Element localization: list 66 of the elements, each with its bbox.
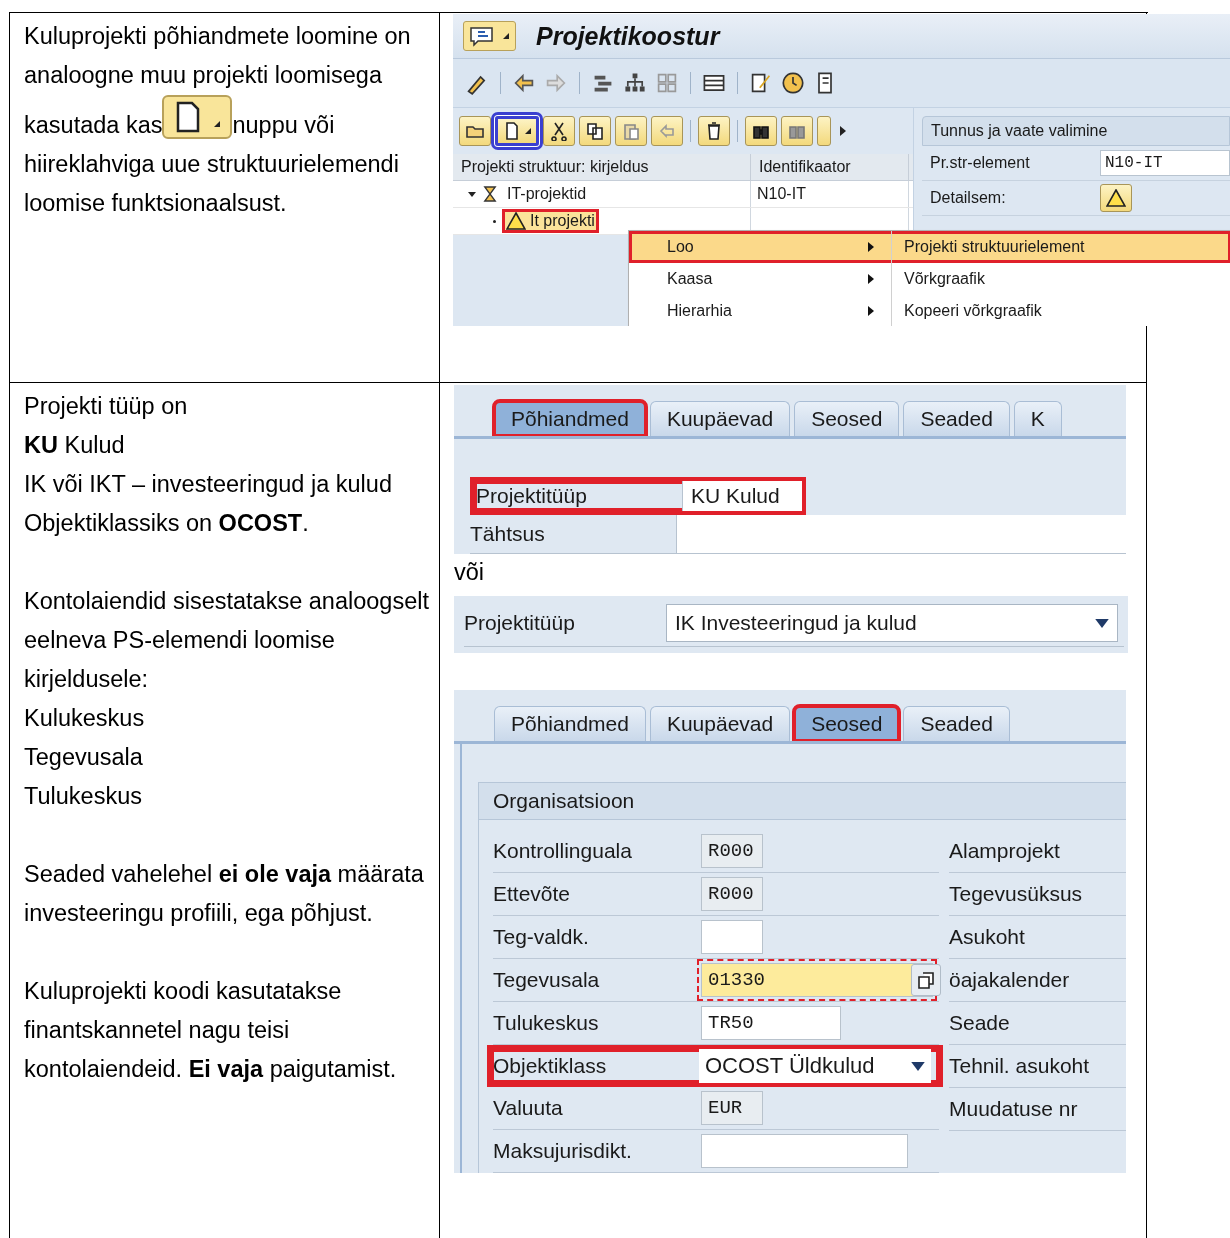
section-header: Tunnus ja vaate valimine [922,116,1230,146]
dropdown-field[interactable]: OCOST Üldkulud [699,1049,931,1083]
text-line: Projekti tüüp on [24,392,189,421]
input-field[interactable]: N10-IT [1100,150,1230,176]
column-header[interactable]: Projekti struktuur: kirjeldus [453,154,751,180]
paragraph: hiireklahviga uue struktuurielemendi loomise funktsionaalsust. [24,150,400,218]
column-header[interactable]: Identifikaator [751,154,909,180]
text-line: IK või IKT – investeeringud ja kulud [24,470,393,499]
input-field[interactable]: TR50 [701,1006,841,1040]
tab[interactable]: Seosed [794,401,900,436]
text-line: Tegevusala [24,743,144,772]
field-label: Objektiklass [493,1054,608,1078]
input-field[interactable]: EUR [701,1091,763,1125]
text-line: Objektiklassiks on OCOST. [24,509,310,538]
dropdown-field[interactable]: IK Investeeringud ja kulud [666,604,1118,642]
window-title: Projektikoostur [536,21,720,51]
menu-item[interactable]: Võrkgraafik [891,263,1230,295]
text-line: Kuluprojekti koodi kasutatakse finantskannetel nagu teisi kontolaiendeid. Ei vaja paigutamist. [24,977,398,1084]
field-label: Maksujurisdikt. [493,1139,633,1163]
paragraph: Kuluprojekti põhiandmete loomine on analoogne muu projekti loomisega [24,22,412,90]
field-label: Muudatuse nr [949,1097,1078,1121]
field-label: Detailsem: [930,189,1007,207]
field-label: Tegevusüksus [949,882,1083,906]
input-field[interactable]: R000 [701,834,763,868]
field-label: Pr.str-element [930,154,1031,172]
tab[interactable]: K [1013,401,1062,436]
field-label: Tähtsus [470,521,546,547]
text-line: Tulukeskus [24,782,143,811]
menu-item[interactable]: Loo [629,238,867,256]
field-label: Projektitüüp [476,483,588,509]
tab[interactable]: Kuupäevad [649,401,791,436]
field-label: Projektitüüp [464,610,576,636]
tab[interactable]: Põhiandmed [494,401,646,436]
text-line: Kontolaiendid sisestatakse analoogselt eelneva PS-elemendi loomise kirjeldusele: [24,587,430,694]
field-label: Tegevusala [493,968,601,992]
field-label: Teg-valdk. [493,925,590,949]
text-line: Kulukeskus [24,704,146,733]
field-label: Seade [949,1011,1010,1035]
tab[interactable]: Kuupäevad [649,706,791,741]
tab[interactable]: Põhiandmed [494,706,646,741]
menu-item[interactable]: Hierarhia [629,302,867,320]
tab[interactable]: Seaded [903,706,1010,741]
field-label: Alamprojekt [949,839,1060,863]
menu-item[interactable]: Kopeeri võrkgraafik [891,295,1230,326]
tree-item[interactable]: IT-projektid [503,183,591,205]
field-label: Ettevõte [493,882,572,906]
dropdown-field[interactable]: KU Kulud [682,481,802,511]
text-line: KU Kulud [24,431,126,460]
text-line: või [454,558,486,587]
field-label: öajakalender [949,968,1070,992]
tree-item[interactable]: It projekti [502,209,599,233]
menu-item[interactable]: Projekti struktuurielement [891,231,1230,263]
table-cell: N10-IT [751,181,909,207]
menu-item[interactable]: Kaasa [629,270,867,288]
field-label: Tehnil. asukoht [949,1054,1090,1078]
tab[interactable]: Seaded [903,401,1010,436]
tab[interactable]: Seosed [794,706,900,741]
field-label: Tulukeskus [493,1011,600,1035]
text-line: kasutada kas [24,112,163,138]
field-label: Asukoht [949,925,1025,949]
field-label: Valuuta [493,1096,564,1120]
text-line: Seaded vahelehel ei ole vaja määrata investeeringu profiili, ega põhjust. [24,860,425,928]
input-field[interactable]: R000 [701,877,763,911]
section-header: Organisatsioon [479,783,1126,820]
text-line: nuppu või [232,112,335,138]
field-label: Kontrollinguala [493,839,633,863]
